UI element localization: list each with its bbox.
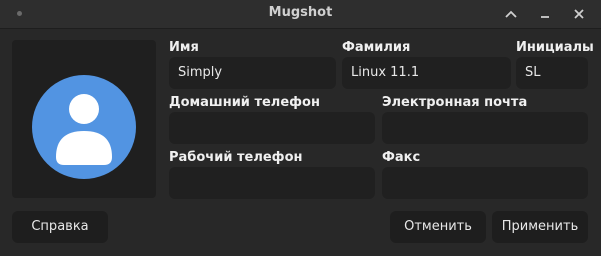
- last-name-label: Фамилия: [342, 40, 411, 55]
- avatar-button[interactable]: [12, 40, 156, 198]
- first-name-label: Имя: [169, 40, 199, 55]
- last-name-field[interactable]: Linux 11.1: [342, 57, 511, 89]
- home-phone-field[interactable]: [169, 112, 375, 144]
- avatar: [32, 75, 136, 179]
- work-phone-field[interactable]: [169, 167, 375, 199]
- fax-field[interactable]: [382, 167, 588, 199]
- initials-label: Инициалы: [516, 40, 594, 55]
- apply-button[interactable]: Применить: [492, 211, 588, 243]
- close-icon: [574, 9, 584, 19]
- minimize-button[interactable]: [532, 2, 558, 26]
- email-label: Электронная почта: [382, 95, 528, 110]
- user-icon: [56, 94, 112, 165]
- initials-field[interactable]: SL: [516, 57, 588, 89]
- email-field[interactable]: [382, 112, 588, 144]
- home-phone-label: Домашний телефон: [169, 95, 320, 110]
- title-bar: Mugshot: [0, 0, 601, 29]
- first-name-field[interactable]: Simply: [169, 57, 336, 89]
- help-button[interactable]: Справка: [12, 211, 108, 243]
- close-button[interactable]: [566, 2, 592, 26]
- minimize-icon: [541, 16, 549, 18]
- cancel-button[interactable]: Отменить: [390, 211, 486, 243]
- chevron-up-icon: [505, 10, 517, 18]
- maximize-button[interactable]: [498, 2, 524, 26]
- fax-label: Факс: [382, 150, 421, 165]
- work-phone-label: Рабочий телефон: [169, 150, 303, 165]
